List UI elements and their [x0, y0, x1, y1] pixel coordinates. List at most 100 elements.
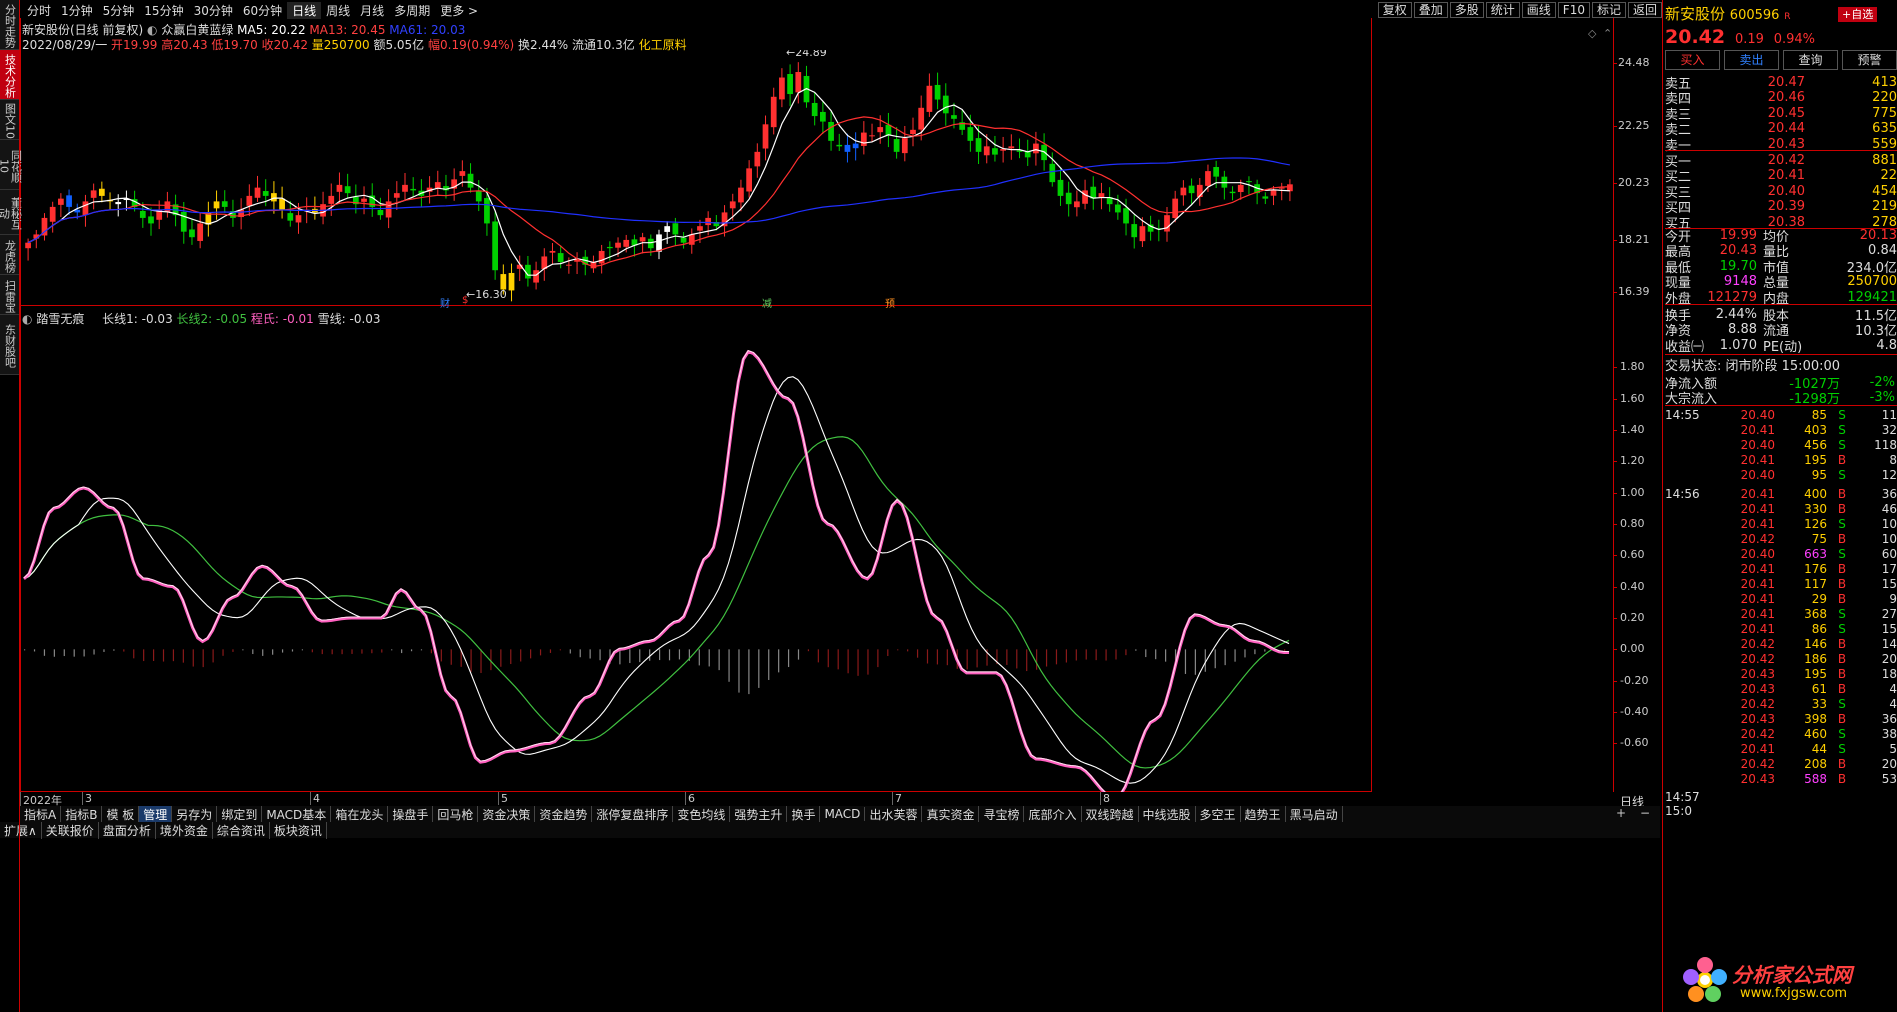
indicator-tab-9[interactable]: 回马枪: [433, 805, 479, 823]
indicator-tab-3[interactable]: 管理: [139, 805, 173, 823]
indicator-tab-16[interactable]: MACD: [820, 807, 866, 821]
date-axis-label: 5: [498, 792, 508, 805]
period-tab-5[interactable]: 60分钟: [238, 2, 287, 19]
tool-button-7[interactable]: 返回: [1627, 2, 1662, 18]
indicator-tab-4[interactable]: 另存为: [172, 805, 218, 823]
histogram-bar: [202, 649, 204, 668]
indicator-tab-18[interactable]: 真实资金: [922, 805, 980, 823]
panel-tab-0[interactable]: 扩展∧: [0, 821, 42, 839]
trade-button-2[interactable]: 查询: [1783, 50, 1838, 70]
period-tab-0[interactable]: 分时: [22, 2, 56, 19]
sidebar-tab-4[interactable]: 董秘互动: [0, 190, 23, 235]
candle: [934, 72, 941, 110]
trade-button-1[interactable]: 卖出: [1724, 50, 1779, 70]
scroll-minus-icon[interactable]: −: [1640, 806, 1650, 820]
indicator-tab-14[interactable]: 强势主升: [730, 805, 788, 823]
event-mark[interactable]: 预: [885, 295, 895, 310]
histogram-bar: [33, 649, 36, 652]
candle: [1090, 176, 1097, 210]
trade-button-0[interactable]: 买入: [1665, 50, 1720, 70]
tool-button-1[interactable]: 叠加: [1413, 2, 1448, 18]
indicator-tab-20[interactable]: 底部介入: [1024, 805, 1082, 823]
histogram-bar: [797, 649, 800, 660]
candle: [770, 87, 777, 135]
histogram-bar: [133, 649, 135, 659]
panel-tab-1[interactable]: 关联报价: [42, 821, 99, 839]
histogram-bar: [1125, 649, 1127, 656]
sidebar-tab-2[interactable]: 图文10: [0, 100, 19, 140]
period-tab-2[interactable]: 5分钟: [98, 2, 140, 19]
histogram-bar: [1075, 649, 1077, 661]
histogram-bar: [559, 649, 561, 651]
indicator-tab-19[interactable]: 寻宝榜: [979, 805, 1025, 823]
histogram-bar: [857, 649, 859, 676]
tool-button-2[interactable]: 多股: [1449, 2, 1484, 18]
indicator-tab-13[interactable]: 变色均线: [673, 805, 731, 823]
indicator-tab-6[interactable]: MACD基本: [262, 805, 332, 823]
indicator-tab-5[interactable]: 绑定到: [217, 805, 263, 823]
histogram-bar: [73, 649, 75, 657]
period-tab-9[interactable]: 多周期: [389, 2, 435, 19]
expand-icon[interactable]: ◇: [1588, 27, 1596, 40]
period-tab-8[interactable]: 月线: [355, 2, 389, 19]
panel-tab-3[interactable]: 境外资金: [156, 821, 213, 839]
candle: [803, 65, 810, 108]
tool-button-4[interactable]: 画线: [1521, 2, 1556, 18]
sidebar-tab-5[interactable]: 龙虎榜: [0, 235, 19, 275]
tool-button-5[interactable]: F10: [1557, 2, 1590, 18]
sidebar-tab-1[interactable]: 技术分析: [0, 50, 19, 100]
indicator-tab-0[interactable]: 指标A: [20, 805, 62, 823]
period-tab-10[interactable]: 更多 >: [435, 2, 483, 19]
indicator-tab-2[interactable]: 模 板: [102, 805, 140, 823]
trade-button-3[interactable]: 预警: [1842, 50, 1897, 70]
level-price: 20.40: [1767, 183, 1805, 199]
indicator-tab-12[interactable]: 涨停复盘排序: [592, 805, 674, 823]
indicator-tab-1[interactable]: 指标B: [61, 805, 103, 823]
candle: [508, 263, 515, 302]
watermark-title: 分析家公式网: [1732, 963, 1852, 987]
tool-button-0[interactable]: 复权: [1377, 2, 1412, 18]
period-tab-1[interactable]: 1分钟: [56, 2, 98, 19]
sidebar-tab-6[interactable]: 扫雷宝: [0, 275, 19, 315]
panel-tab-5[interactable]: 板块资讯: [270, 821, 327, 839]
indicator-chart[interactable]: [20, 322, 1613, 792]
candle: [844, 133, 851, 163]
scroll-plus-icon[interactable]: +: [1616, 806, 1626, 820]
indicator-tab-11[interactable]: 资金趋势: [535, 805, 593, 823]
indicator-tab-23[interactable]: 多空王: [1196, 805, 1241, 823]
panel-tab-2[interactable]: 盘面分析: [99, 821, 156, 839]
level-volume: 22: [1880, 168, 1897, 183]
add-watchlist-button[interactable]: +自选: [1838, 7, 1878, 22]
histogram-bar: [1155, 649, 1157, 660]
indicator-tab-25[interactable]: 黑马启动: [1286, 805, 1343, 823]
indicator-tab-10[interactable]: 资金决策: [478, 805, 536, 823]
event-mark[interactable]: 财: [440, 295, 450, 310]
event-mark[interactable]: 减: [762, 295, 772, 310]
panel-tab-4[interactable]: 综合资讯: [213, 821, 270, 839]
histogram-bar: [817, 649, 819, 663]
period-tab-6[interactable]: 日线: [287, 1, 322, 19]
indicator-tab-17[interactable]: 出水芙蓉: [865, 805, 923, 823]
event-mark[interactable]: $: [462, 295, 468, 306]
indicator-tab-24[interactable]: 趋势王: [1241, 805, 1286, 823]
tool-button-3[interactable]: 统计: [1485, 2, 1520, 18]
sidebar-tab-0[interactable]: 分时走势: [0, 0, 19, 50]
sidebar-tab-3[interactable]: 同花顺10: [0, 140, 23, 190]
collapse-icon[interactable]: ⌃: [1603, 27, 1612, 40]
legend-toggle-icon[interactable]: ◐: [147, 23, 157, 37]
period-tab-7[interactable]: 周线: [321, 2, 355, 19]
indicator-tabs: 指标A 指标B 模 板管理 另存为 绑定到 MACD基本 箱在龙头 操盘手 回马枪 资金决策 资金趋…: [20, 805, 1660, 823]
indicator-tab-22[interactable]: 中线选股: [1139, 805, 1196, 823]
period-tab-3[interactable]: 15分钟: [139, 2, 188, 19]
tool-button-6[interactable]: 标记: [1591, 2, 1626, 18]
indicator-tab-15[interactable]: 换手: [787, 805, 821, 823]
histogram-bar: [966, 649, 968, 670]
period-tab-4[interactable]: 30分钟: [189, 2, 238, 19]
indicator-tab-21[interactable]: 双线跨越: [1082, 805, 1139, 823]
level-volume: 220: [1872, 90, 1897, 105]
histogram-bar: [847, 649, 849, 674]
sidebar-tab-7[interactable]: 东财股吧: [0, 315, 19, 375]
indicator-tab-7[interactable]: 箱在龙头: [331, 805, 389, 823]
indicator-tab-8[interactable]: 操盘手: [388, 805, 434, 823]
candlestick-chart[interactable]: ←24.89 ←16.30: [20, 50, 1613, 306]
